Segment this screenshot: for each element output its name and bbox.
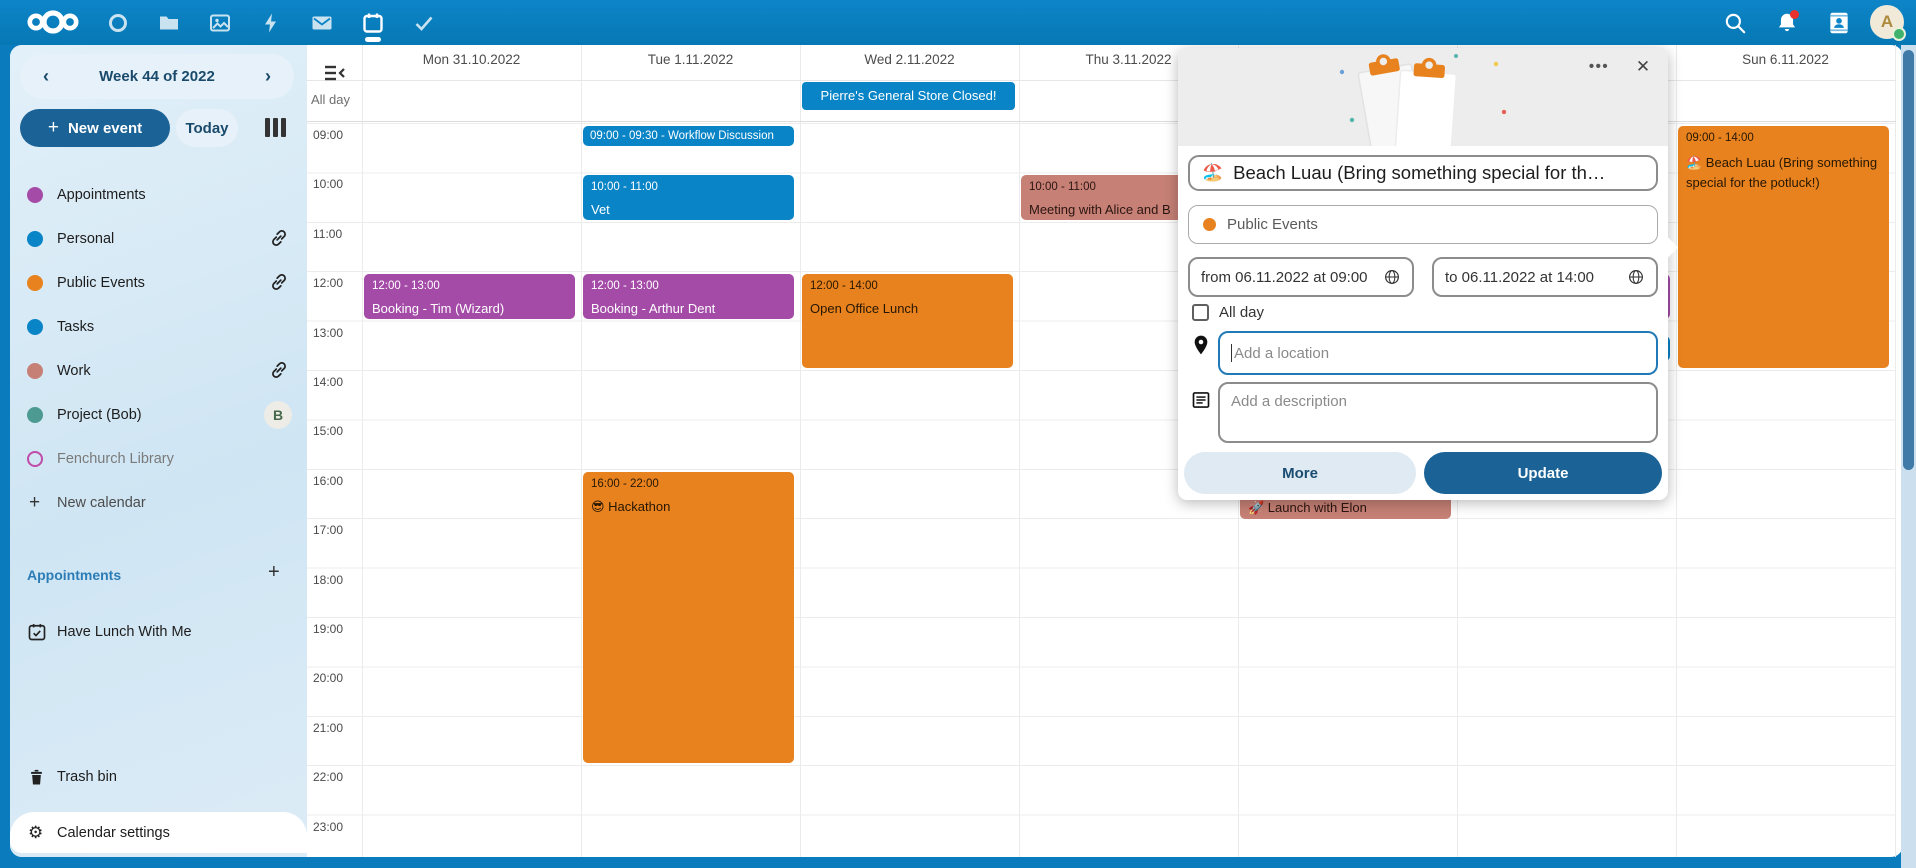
photos-app-icon[interactable] (208, 11, 232, 35)
calendar-app-icon[interactable] (361, 11, 385, 35)
nextcloud-logo[interactable] (24, 7, 82, 37)
category-color-dot (1203, 218, 1216, 231)
event-title: 🚀 Launch with Elon (1248, 500, 1443, 516)
allday-event[interactable]: Pierre's General Store Closed! (802, 82, 1015, 110)
event-time: 12:00 - 13:00 (591, 280, 786, 292)
notification-dot (1790, 10, 1799, 19)
all-day-label: All day (1219, 304, 1264, 321)
all-day-checkbox[interactable]: All day (1192, 304, 1264, 321)
event-time: 10:00 - 11:00 (591, 181, 786, 193)
start-datetime-field[interactable]: from 06.11.2022 at 09:00 (1188, 257, 1414, 297)
location-placeholder: Add a location (1234, 345, 1329, 362)
online-status-dot (1892, 27, 1906, 41)
circle-app-app-icon[interactable] (106, 11, 130, 35)
notifications-bell[interactable] (1774, 10, 1800, 36)
contacts-icon[interactable] (1826, 10, 1852, 36)
event-title: 🏖️ Beach Luau (Bring something special f… (1686, 153, 1881, 193)
text-caret (1231, 344, 1232, 362)
category-value: Public Events (1227, 216, 1318, 233)
event-title: Vet (591, 202, 786, 217)
top-bar: A (0, 0, 1916, 45)
start-datetime-value: from 06.11.2022 at 09:00 (1201, 269, 1368, 286)
event-block[interactable]: 12:00 - 13:00 Booking - Tim (Wizard) (364, 274, 575, 318)
event-block[interactable]: 09:00 - 09:30 - Workflow Discussion (583, 126, 794, 146)
event-editor-popup: ••• ✕ 🏖️ Beach Luau (Bring something spe… (1178, 48, 1668, 500)
close-icon[interactable]: ✕ (1628, 52, 1658, 82)
event-block[interactable]: 12:00 - 13:00 Booking - Arthur Dent (583, 274, 794, 318)
event-title: Booking - Arthur Dent (591, 301, 786, 316)
description-icon (1191, 390, 1211, 410)
event-title: Booking - Tim (Wizard) (372, 301, 567, 316)
event-time: 12:00 - 14:00 (810, 280, 1005, 292)
event-time: 12:00 - 13:00 (372, 280, 567, 292)
clipboards-illustration (1328, 50, 1518, 146)
event-block[interactable]: 12:00 - 14:00 Open Office Lunch (802, 274, 1013, 368)
end-datetime-field[interactable]: to 06.11.2022 at 14:00 (1432, 257, 1658, 297)
timezone-globe-icon[interactable] (1627, 268, 1645, 286)
event-block[interactable]: 10:00 - 11:00 Vet (583, 175, 794, 219)
event-block[interactable]: 09:00 - 14:00 🏖️ Beach Luau (Bring someth… (1678, 126, 1889, 368)
timezone-globe-icon[interactable] (1383, 268, 1401, 286)
beach-umbrella-emoji: 🏖️ (1202, 163, 1223, 183)
event-title: Open Office Lunch (810, 301, 1005, 316)
location-input[interactable]: Add a location (1218, 331, 1658, 375)
tasks-app-icon[interactable] (412, 11, 436, 35)
activity-app-icon[interactable] (259, 11, 283, 35)
event-title-input[interactable]: 🏖️ Beach Luau (Bring something special f… (1188, 155, 1658, 191)
end-datetime-value: to 06.11.2022 at 14:00 (1445, 269, 1594, 286)
search-icon[interactable] (1722, 10, 1748, 36)
update-button[interactable]: Update (1424, 452, 1662, 494)
event-time: 16:00 - 22:00 (591, 478, 786, 490)
mail-app-icon[interactable] (310, 11, 334, 35)
calendar-app: ‹ Week 44 of 2022 › + New event Today Ap… (0, 0, 1916, 868)
calendar-category-select[interactable]: Public Events (1188, 205, 1658, 244)
event-time: 09:00 - 14:00 (1686, 132, 1881, 144)
avatar-letter: A (1881, 12, 1893, 32)
files-app-icon[interactable] (157, 11, 181, 35)
active-app-indicator (365, 37, 381, 42)
popup-more-actions-button[interactable]: ••• (1582, 52, 1616, 82)
description-textarea[interactable]: Add a description (1218, 382, 1658, 443)
location-pin-icon (1193, 334, 1209, 356)
event-title: 😎 Hackathon (591, 499, 786, 515)
description-placeholder: Add a description (1231, 393, 1347, 410)
more-button[interactable]: More (1184, 452, 1416, 494)
event-block[interactable]: 16:00 - 22:00 😎 Hackathon (583, 472, 794, 763)
event-title-value: Beach Luau (Bring something special for … (1233, 162, 1605, 184)
checkbox-box[interactable] (1192, 304, 1209, 321)
